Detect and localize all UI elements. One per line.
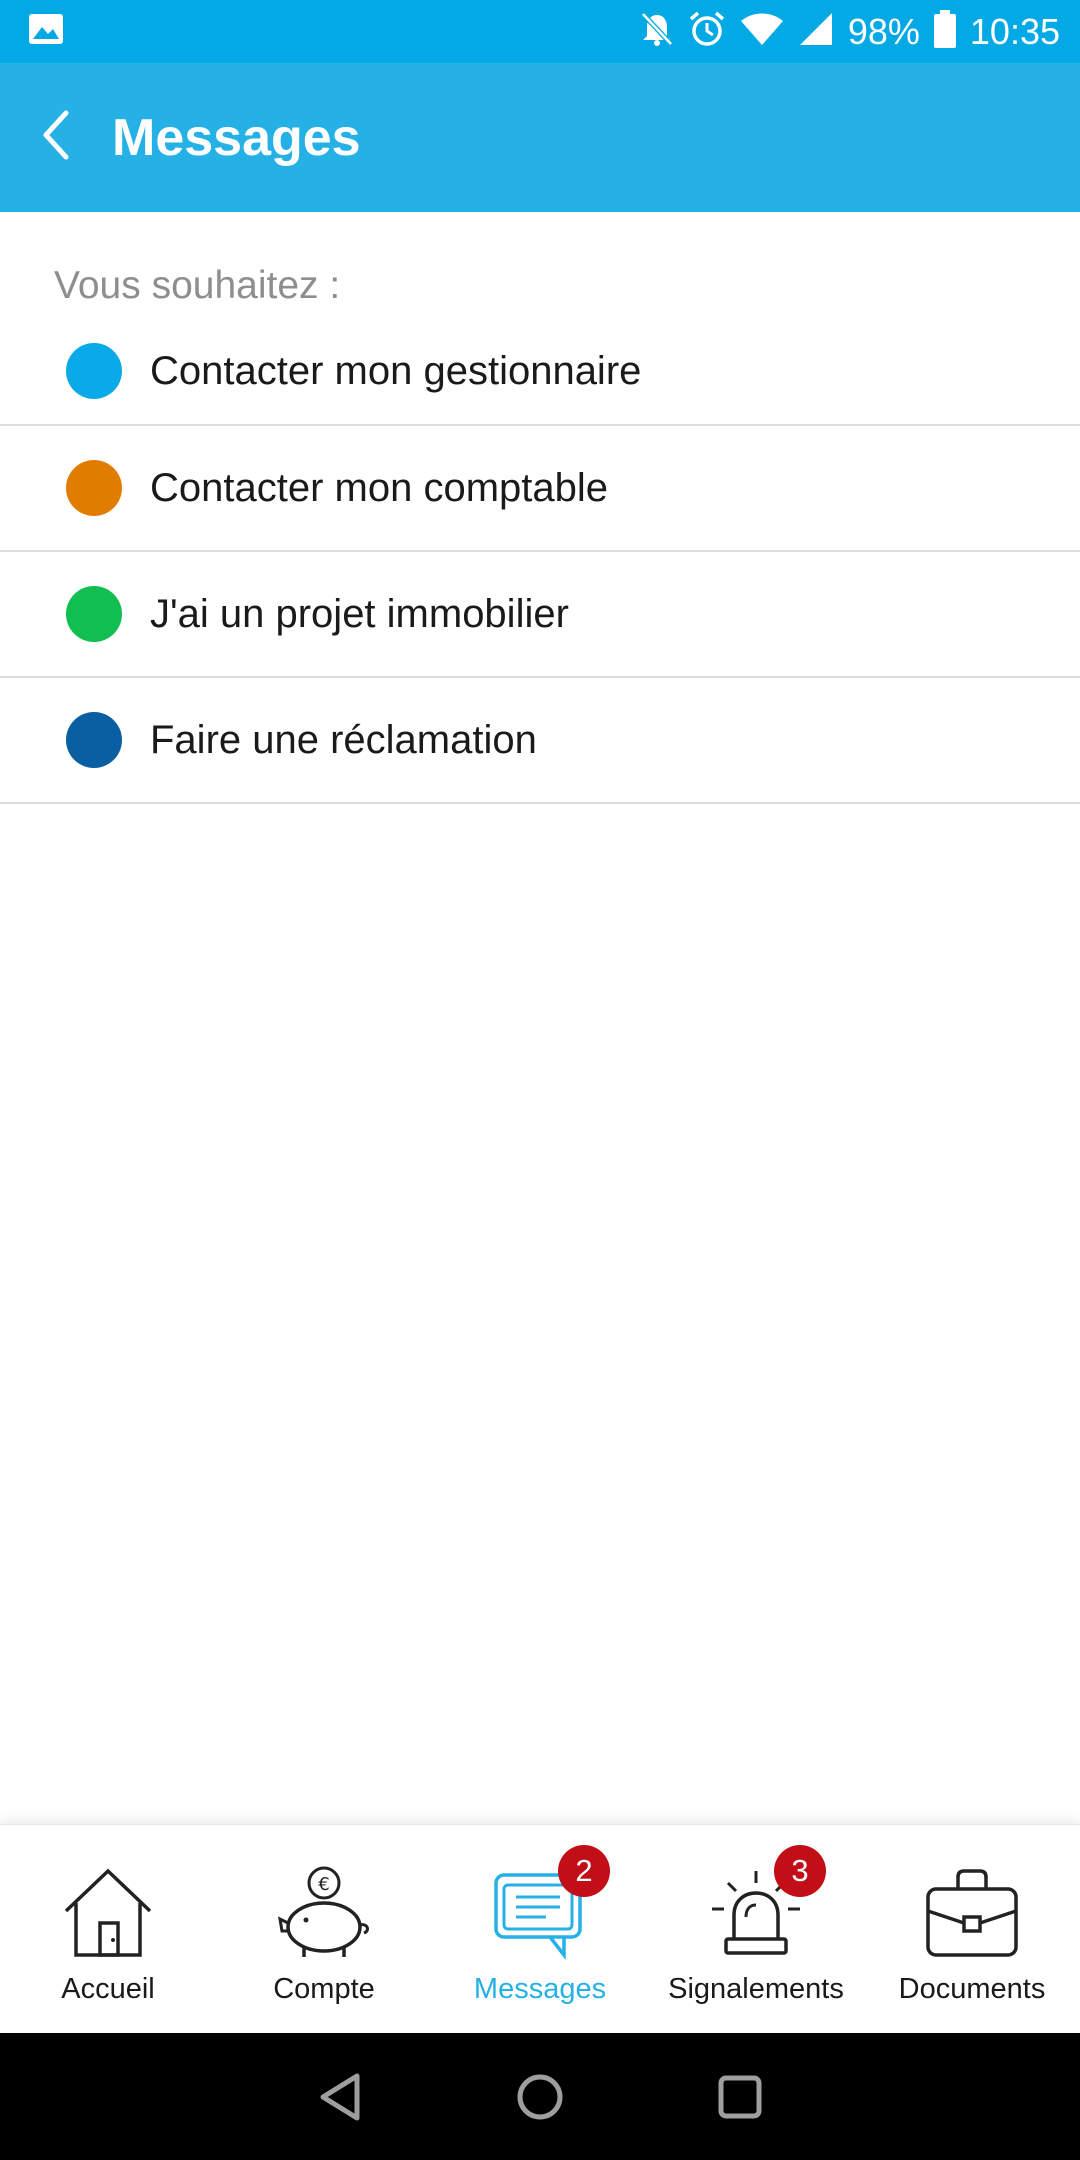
piggy-bank-icon: € <box>274 1865 374 1961</box>
briefcase-icon <box>922 1865 1022 1961</box>
page-title: Messages <box>112 108 361 167</box>
orange-dot-icon <box>66 460 122 516</box>
nav-label: Documents <box>898 1973 1046 2005</box>
option-label: Contacter mon comptable <box>150 465 609 510</box>
dark-blue-dot-icon <box>66 712 122 768</box>
bottom-nav: Accueil € Compte 2 Messages 3 Signalemen… <box>0 1824 1080 2033</box>
signal-icon <box>798 12 834 51</box>
back-triangle-icon[interactable] <box>305 2062 375 2132</box>
recents-square-icon[interactable] <box>705 2062 775 2132</box>
nav-label: Messages <box>473 1973 607 2005</box>
option-real-estate-project[interactable]: J'ai un projet immobilier <box>0 552 1080 678</box>
alarm-icon <box>688 10 726 53</box>
nav-label: Accueil <box>61 1973 155 2005</box>
option-label: J'ai un projet immobilier <box>150 591 569 636</box>
nav-item-signalements[interactable]: 3 Signalements <box>648 1825 864 2033</box>
content: Vous souhaitez : Contacter mon gestionna… <box>0 212 1080 804</box>
svg-text:€: € <box>318 1874 329 1895</box>
prompt-label: Vous souhaitez : <box>54 264 341 307</box>
nav-item-accueil[interactable]: Accueil <box>0 1825 216 2033</box>
image-icon <box>28 13 64 50</box>
clock: 10:35 <box>969 10 1060 52</box>
system-nav-bar <box>0 2033 1080 2160</box>
back-arrow-icon <box>40 109 72 166</box>
battery-icon <box>933 10 956 53</box>
option-label: Contacter mon gestionnaire <box>150 348 642 393</box>
chat-icon: 2 <box>490 1845 610 1961</box>
nav-label: Compte <box>273 1973 375 2005</box>
blue-dot-icon <box>66 343 122 399</box>
siren-icon: 3 <box>706 1845 826 1961</box>
nav-item-messages[interactable]: 2 Messages <box>432 1825 648 2033</box>
signalements-badge: 3 <box>774 1845 826 1897</box>
wifi-icon <box>740 12 784 51</box>
option-label: Faire une réclamation <box>150 717 537 762</box>
option-contact-manager[interactable]: Contacter mon gestionnaire <box>0 318 1080 426</box>
back-button[interactable] <box>0 63 112 212</box>
green-dot-icon <box>66 586 122 642</box>
house-icon <box>58 1865 158 1961</box>
status-bar: 98% 10:35 <box>0 0 1080 63</box>
app-bar: Messages <box>0 63 1080 212</box>
bell-off-icon <box>640 11 674 52</box>
messages-badge: 2 <box>558 1845 610 1897</box>
options-list: Contacter mon gestionnaire Contacter mon… <box>0 318 1080 804</box>
option-contact-accountant[interactable]: Contacter mon comptable <box>0 426 1080 552</box>
nav-item-documents[interactable]: Documents <box>864 1825 1080 2033</box>
nav-label: Signalements <box>668 1973 844 2005</box>
home-circle-icon[interactable] <box>505 2062 575 2132</box>
nav-item-compte[interactable]: € Compte <box>216 1825 432 2033</box>
option-complaint[interactable]: Faire une réclamation <box>0 678 1080 804</box>
battery-percent: 98% <box>847 10 920 52</box>
